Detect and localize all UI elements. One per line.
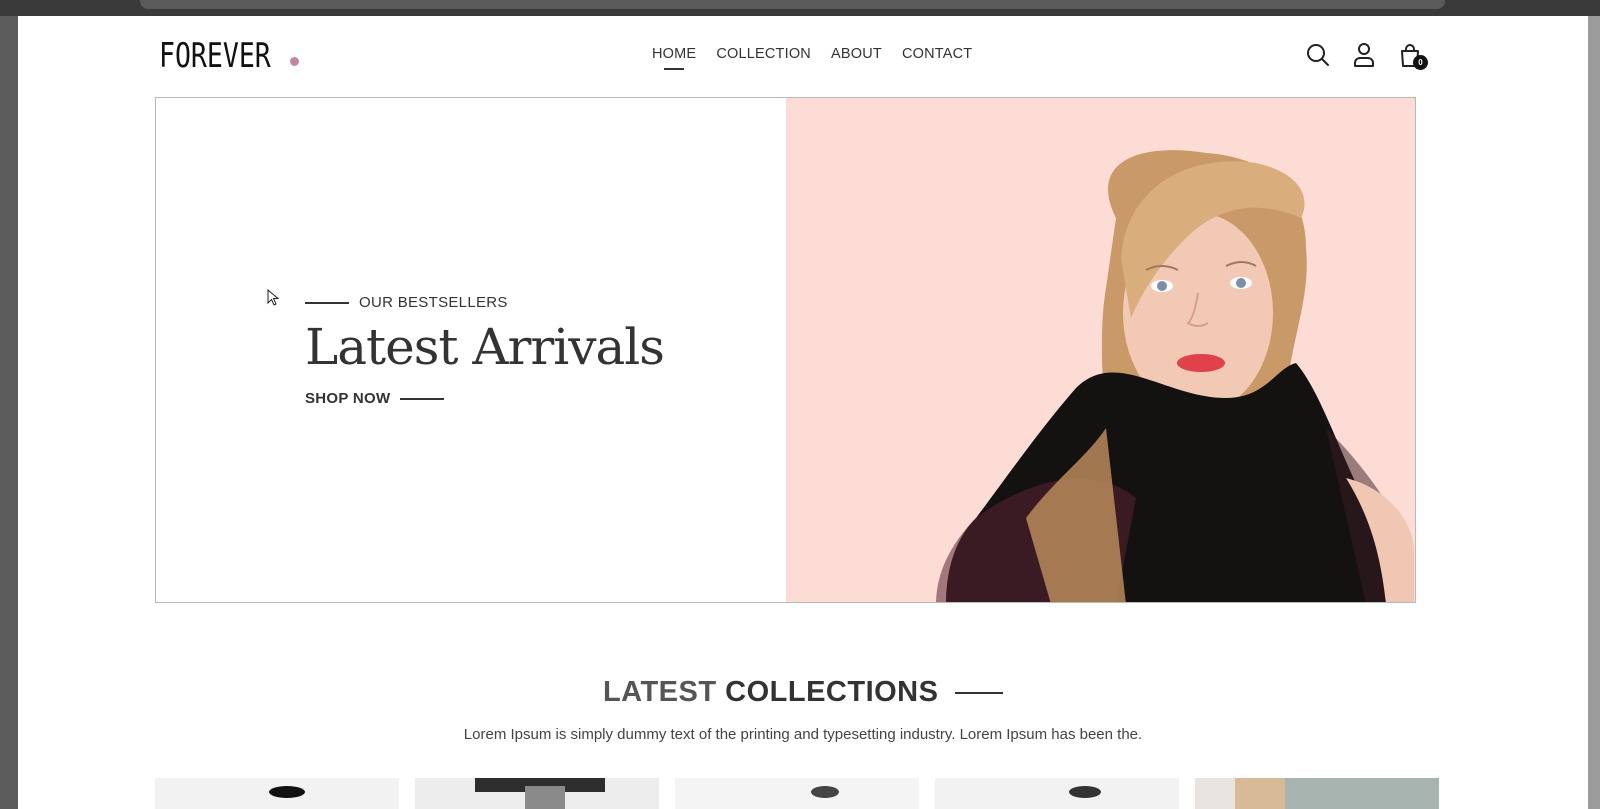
- hero-title: Latest Arrivals: [305, 318, 665, 376]
- collections-title-light: LATEST: [602, 676, 717, 708]
- logo-dot: [290, 57, 299, 66]
- product-card[interactable]: [155, 778, 399, 809]
- shop-now-rule: [400, 397, 445, 400]
- page: FOREVER HOME COLLECTION ABOUT CONTACT 0: [18, 16, 1588, 809]
- collections-subtitle: Lorem Ipsum is simply dummy text of the …: [463, 726, 1143, 743]
- collections-title-rule: [955, 692, 1004, 695]
- window-edge-left: [0, 16, 18, 809]
- main-nav: HOME COLLECTION ABOUT CONTACT: [652, 46, 972, 62]
- shop-now-label: SHOP NOW: [305, 390, 391, 407]
- model-photo: [936, 150, 1414, 602]
- search-icon[interactable]: [1306, 42, 1330, 68]
- nav-collection[interactable]: COLLECTION: [716, 46, 811, 62]
- address-bar[interactable]: [140, 0, 1445, 9]
- hero-tagline-row: OUR BESTSELLERS: [305, 294, 508, 311]
- hero-tagline: OUR BESTSELLERS: [359, 294, 508, 311]
- collections-title-bold: COLLECTIONS: [725, 676, 939, 708]
- hero-image: [786, 98, 1415, 602]
- nav-about[interactable]: ABOUT: [831, 46, 882, 62]
- brand-logo[interactable]: FOREVER: [159, 36, 271, 76]
- profile-icon[interactable]: [1352, 42, 1376, 68]
- nav-home[interactable]: HOME: [652, 46, 696, 62]
- nav-contact[interactable]: CONTACT: [902, 46, 972, 62]
- shop-now-button[interactable]: SHOP NOW: [305, 390, 445, 407]
- tagline-rule: [305, 301, 349, 304]
- collections-title: LATEST COLLECTIONS: [18, 676, 1588, 709]
- product-card[interactable]: [415, 778, 659, 809]
- mouse-cursor-icon: [267, 289, 280, 306]
- browser-chrome: [0, 0, 1600, 16]
- hero-banner: OUR BESTSELLERS Latest Arrivals SHOP NOW: [155, 97, 1416, 603]
- header-icons: 0: [1306, 42, 1428, 70]
- hero-text-panel: OUR BESTSELLERS Latest Arrivals SHOP NOW: [156, 98, 786, 602]
- product-card[interactable]: [935, 778, 1179, 809]
- cart-icon[interactable]: 0: [1398, 42, 1428, 70]
- window-edge-right: [1588, 16, 1600, 809]
- product-grid: [155, 778, 1439, 809]
- product-card[interactable]: [675, 778, 919, 809]
- product-card[interactable]: [1195, 778, 1439, 809]
- cart-count-badge: 0: [1413, 55, 1428, 70]
